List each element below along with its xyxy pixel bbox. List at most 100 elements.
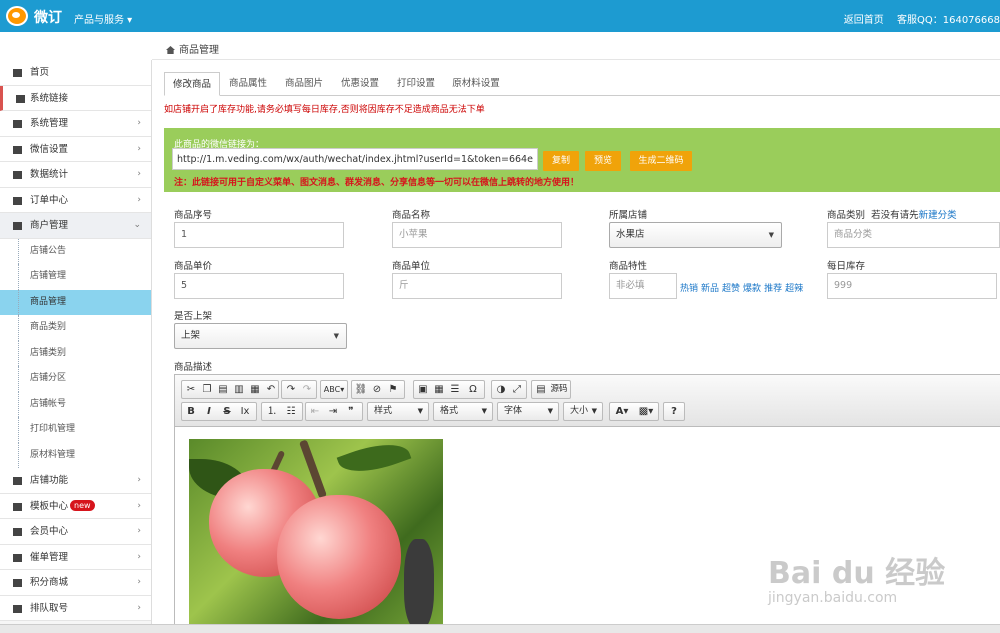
- brand-logo-icon[interactable]: [6, 6, 28, 26]
- spellcheck-icon[interactable]: ABC▾: [323, 383, 345, 396]
- price-input[interactable]: 5: [174, 273, 344, 299]
- indent-icon[interactable]: ⇥: [326, 405, 340, 418]
- sidebar-item-merchant[interactable]: 商户管理 ⌄: [0, 213, 151, 239]
- sidebar-sub-store-account[interactable]: 店铺帐号: [0, 391, 151, 417]
- feature-tag[interactable]: 超赞: [722, 284, 740, 294]
- chevron-right-icon: ›: [137, 551, 141, 562]
- insert-group: ▣ ▦ ☰ Ω: [413, 380, 485, 399]
- sidebar-item-templates[interactable]: 模板中心 new ›: [0, 493, 151, 519]
- source-button[interactable]: 源码: [548, 383, 570, 396]
- home-icon[interactable]: [166, 46, 175, 54]
- products-menu[interactable]: 产品与服务 ▾: [74, 11, 132, 26]
- preview-button[interactable]: 预览: [585, 151, 621, 171]
- tab-product-attributes[interactable]: 商品属性: [220, 72, 276, 96]
- maximize-icon[interactable]: ⤢: [510, 383, 524, 396]
- size-combo[interactable]: 大小 ▼: [563, 402, 603, 421]
- feature-tag[interactable]: 超辣: [785, 284, 803, 294]
- sidebar-sub-store-manage[interactable]: 店铺管理: [0, 264, 151, 290]
- redo-icon[interactable]: ↷: [284, 383, 298, 396]
- horizontal-line-icon[interactable]: ☰: [448, 383, 462, 396]
- brand-name[interactable]: 微订: [34, 7, 62, 27]
- chevron-down-icon: ⌄: [133, 220, 141, 230]
- preview-icon[interactable]: ◑: [494, 383, 508, 396]
- sidebar-item-system-link[interactable]: 系统链接: [0, 85, 151, 111]
- store-select[interactable]: 水果店 ▼: [609, 222, 782, 248]
- sidebar-item-points-mall[interactable]: 积分商城 ›: [0, 570, 151, 596]
- caret-down-icon: ▼: [417, 407, 423, 415]
- undo-icon[interactable]: ↶: [264, 383, 278, 396]
- paste-text-icon[interactable]: ▥: [232, 383, 246, 396]
- unit-input[interactable]: 斤: [392, 273, 562, 299]
- bottom-scrollbar[interactable]: [0, 624, 1000, 633]
- sidebar-item-wechat-settings[interactable]: 微信设置 ›: [0, 136, 151, 162]
- outdent-icon[interactable]: ⇤: [308, 405, 322, 418]
- tab-edit-product[interactable]: 修改商品: [164, 72, 220, 96]
- tab-bar: 修改商品 商品属性 商品图片 优惠设置 打印设置 原材料设置: [164, 72, 1000, 96]
- new-category-link[interactable]: 新建分类: [919, 210, 957, 221]
- copy-icon[interactable]: ❐: [200, 383, 214, 396]
- tab-discount-settings[interactable]: 优惠设置: [332, 72, 388, 96]
- text-color-icon[interactable]: A▾: [612, 405, 632, 418]
- sidebar-sub-store-category[interactable]: 店铺类别: [0, 340, 151, 366]
- feature-tag[interactable]: 新品: [701, 284, 719, 294]
- feature-tag[interactable]: 爆款: [743, 284, 761, 294]
- paste-icon[interactable]: ▤: [216, 383, 230, 396]
- back-home-link[interactable]: 返回首页: [844, 15, 884, 26]
- table-icon[interactable]: ▦: [432, 383, 446, 396]
- sidebar-sub-product-category[interactable]: 商品类别: [0, 315, 151, 341]
- wechat-link-input[interactable]: [172, 148, 538, 170]
- sidebar-item-orders[interactable]: 订单中心 ›: [0, 187, 151, 213]
- name-input[interactable]: 小苹果: [392, 222, 562, 248]
- tab-print-settings[interactable]: 打印设置: [388, 72, 444, 96]
- copy-button[interactable]: 复制: [543, 151, 579, 171]
- strikethrough-icon[interactable]: S: [220, 405, 234, 418]
- cut-icon[interactable]: ✂: [184, 383, 198, 396]
- sidebar-sub-printer[interactable]: 打印机管理: [0, 417, 151, 443]
- sidebar-sub-product-manage[interactable]: 商品管理: [0, 289, 151, 315]
- sidebar-sub-store-notice[interactable]: 店铺公告: [0, 238, 151, 264]
- caret-down-icon: ▼: [591, 407, 597, 415]
- unlink-icon[interactable]: ⊘: [370, 383, 384, 396]
- stock-input[interactable]: 999: [827, 273, 997, 299]
- sidebar-item-home[interactable]: 首页: [0, 60, 151, 86]
- sidebar-sub-store-zone[interactable]: 店铺分区: [0, 366, 151, 392]
- remove-format-icon[interactable]: Ix: [238, 405, 252, 418]
- feature-input[interactable]: 非必填: [609, 273, 677, 299]
- bold-icon[interactable]: B: [184, 405, 198, 418]
- style-combo[interactable]: 样式 ▼: [367, 402, 429, 421]
- sidebar-item-statistics[interactable]: 数据统计 ›: [0, 162, 151, 188]
- sidebar-item-queue[interactable]: 排队取号 ›: [0, 595, 151, 621]
- grid-icon: [13, 502, 22, 511]
- background-color-icon[interactable]: ▩▾: [636, 405, 656, 418]
- sidebar-sub-materials[interactable]: 原材料管理: [0, 442, 151, 468]
- blockquote-icon[interactable]: ❞: [344, 405, 358, 418]
- sidebar-item-store-functions[interactable]: 店铺功能 ›: [0, 468, 151, 494]
- ticket-icon: [13, 604, 22, 613]
- bullet-list-icon[interactable]: ☷: [284, 405, 298, 418]
- category-input[interactable]: 商品分类: [827, 222, 1000, 248]
- sidebar-item-system-manage[interactable]: 系统管理 ›: [0, 111, 151, 137]
- monitor-icon: [13, 120, 22, 128]
- paste-word-icon[interactable]: ▦: [248, 383, 262, 396]
- tab-product-images[interactable]: 商品图片: [276, 72, 332, 96]
- font-combo[interactable]: 字体 ▼: [497, 402, 559, 421]
- link-icon[interactable]: ⛓: [354, 383, 368, 396]
- special-char-icon[interactable]: Ω: [466, 383, 480, 396]
- generate-qrcode-button[interactable]: 生成二维码: [630, 151, 692, 171]
- tab-material-settings[interactable]: 原材料设置: [444, 72, 508, 96]
- format-combo[interactable]: 格式 ▼: [433, 402, 493, 421]
- italic-icon[interactable]: I: [202, 405, 216, 418]
- name-label: 商品名称: [392, 210, 431, 221]
- numbered-list-icon[interactable]: ⒈: [265, 405, 279, 418]
- sidebar-item-members[interactable]: 会员中心 ›: [0, 519, 151, 545]
- anchor-flag-icon[interactable]: ⚑: [386, 383, 400, 396]
- feature-tag[interactable]: 热销: [680, 284, 698, 294]
- feature-tag[interactable]: 推荐: [764, 284, 782, 294]
- shelf-select[interactable]: 上架 ▼: [174, 323, 347, 349]
- help-icon[interactable]: ?: [667, 405, 681, 418]
- image-icon[interactable]: ▣: [416, 383, 430, 396]
- seq-input[interactable]: 1: [174, 222, 344, 248]
- chevron-right-icon: ›: [137, 526, 141, 536]
- sidebar-item-reminders[interactable]: 催单管理 ›: [0, 544, 151, 570]
- list-group: ⒈ ☷: [261, 402, 303, 421]
